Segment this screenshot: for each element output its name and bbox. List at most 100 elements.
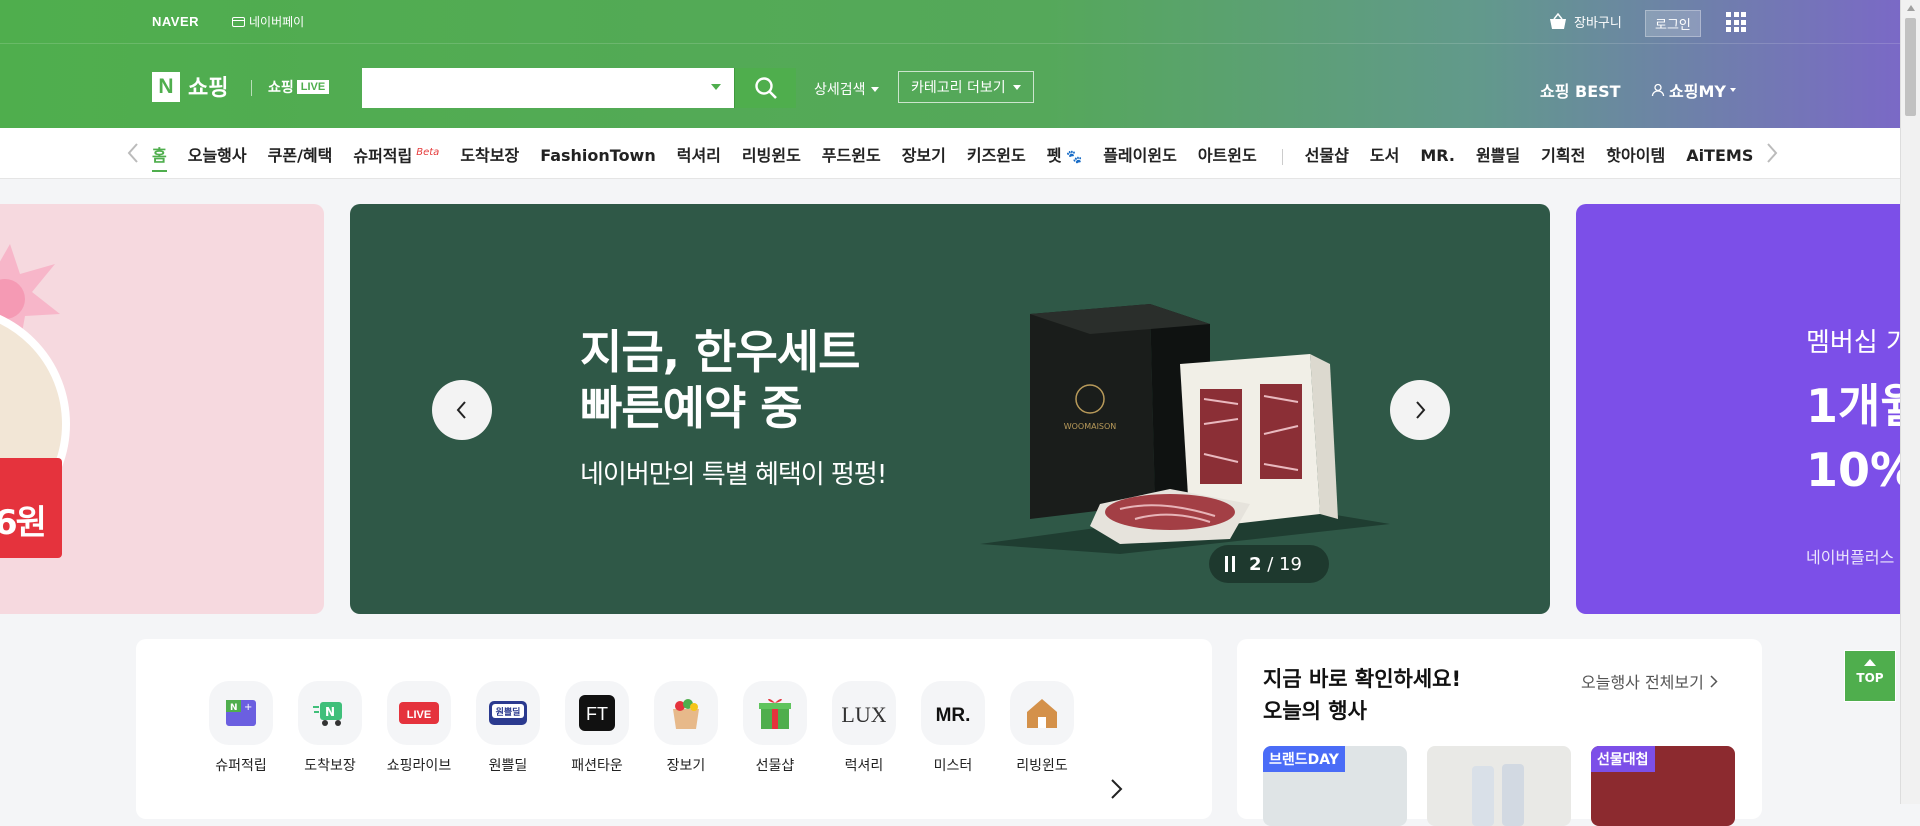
shortcut-item[interactable]: LIVE 쇼핑라이브: [374, 681, 464, 775]
nav-item[interactable]: 홈: [152, 131, 167, 178]
product-jars-image: [1472, 764, 1524, 826]
naver-n-logo[interactable]: N: [152, 72, 180, 102]
pause-icon[interactable]: [1225, 556, 1235, 572]
chevron-down-icon: [1729, 88, 1736, 92]
chevron-left-icon[interactable]: [126, 142, 140, 164]
nav-item[interactable]: AiTEMS: [1686, 131, 1753, 178]
svg-text:+: +: [244, 702, 252, 713]
pager-total: / 19: [1267, 553, 1302, 575]
top-utility-bar: NAVER 네이버페이 장바구니 로그인: [0, 0, 1900, 44]
delivery-truck-icon: N: [298, 681, 362, 745]
event-title: 지금 바로 확인하세요! 오늘의 행사: [1263, 663, 1461, 727]
shortcut-item[interactable]: N + 슈퍼적립: [196, 681, 286, 775]
today-event-panel: 지금 바로 확인하세요! 오늘의 행사 오늘행사 전체보기 브랜드DAY 선물대…: [1237, 639, 1762, 826]
shortcut-item[interactable]: 리빙윈도: [997, 681, 1087, 775]
nav-item[interactable]: 아트윈도: [1198, 131, 1257, 178]
shopping-live-link[interactable]: 쇼핑 LIVE: [268, 77, 330, 97]
naverpay-link[interactable]: 네이버페이: [232, 13, 304, 30]
advanced-search-button[interactable]: 상세검색: [814, 79, 879, 99]
nav-item[interactable]: 선물샵: [1305, 131, 1349, 178]
page-scrollbar[interactable]: [1900, 0, 1920, 804]
scrollbar-thumb[interactable]: [1905, 18, 1916, 116]
shopping-my-menu[interactable]: 쇼핑MY: [1651, 78, 1736, 102]
shortcut-label: 패션타운: [571, 758, 623, 774]
shortcut-item[interactable]: 장보기: [641, 681, 731, 775]
cart-link[interactable]: 장바구니: [1548, 12, 1622, 31]
shopping-best-link[interactable]: 쇼핑 BEST: [1540, 78, 1621, 102]
main-banner[interactable]: 지금, 한우세트 빠른예약 중 네이버만의 특별 혜택이 펑펑! WOOMAIS…: [350, 204, 1550, 614]
nav-item-label: 쿠폰/혜택: [267, 146, 333, 166]
banner-prev-button[interactable]: [432, 380, 492, 440]
shopping-logo[interactable]: 쇼핑: [188, 70, 228, 102]
nav-item[interactable]: 도서: [1370, 131, 1399, 178]
nav-item[interactable]: 원쁠딜: [1476, 131, 1520, 178]
nav-item[interactable]: 플레이윈도: [1103, 131, 1177, 178]
shopping-basket-icon: [1550, 12, 1566, 29]
nav-item[interactable]: 리빙윈도: [742, 131, 801, 178]
shortcut-item[interactable]: 선물샵: [730, 681, 820, 775]
chevron-down-icon: [1012, 84, 1021, 90]
svg-text:FT: FT: [586, 704, 608, 724]
right-banner-small-text: 멤버십 가: [1806, 328, 1906, 358]
arrow-up-icon: [1864, 659, 1876, 666]
nav-item[interactable]: FashionTown: [540, 131, 656, 178]
nav-item[interactable]: 푸드윈도: [822, 131, 881, 178]
shortcut-item[interactable]: 원쁠딜 원쁠딜: [463, 681, 553, 775]
header: NAVER 네이버페이 장바구니 로그인 N 쇼핑 쇼핑 LIVE 상세검색 카…: [0, 0, 1900, 128]
banner-slide-next[interactable]: 멤버십 가 1개월 10% 네이버플러스: [1576, 204, 1906, 614]
nav-item-label: 오늘행사: [187, 146, 247, 166]
shortcut-item[interactable]: FT 패션타운: [552, 681, 642, 775]
nav-item[interactable]: 쿠폰/혜택: [268, 131, 333, 178]
naver-home-link[interactable]: NAVER: [152, 14, 199, 29]
right-banner-big-text: 1개월 10%: [1806, 374, 1906, 502]
apps-grid-icon[interactable]: [1726, 12, 1746, 32]
shortcut-item[interactable]: MR. 미스터: [908, 681, 998, 775]
scroll-top-button[interactable]: TOP: [1844, 650, 1896, 702]
chevron-right-icon[interactable]: [1104, 777, 1128, 801]
live-badge: LIVE: [296, 80, 330, 94]
nav-item[interactable]: 오늘행사: [188, 131, 247, 178]
nav-item[interactable]: 펫 🐾: [1047, 131, 1082, 178]
event-view-all-link[interactable]: 오늘행사 전체보기: [1581, 669, 1718, 693]
gift-icon: [743, 681, 807, 745]
search-input[interactable]: [362, 68, 734, 108]
right-banner-big-line2: 10%: [1806, 443, 1906, 497]
shortcut-item[interactable]: LUX 럭셔리: [819, 681, 909, 775]
svg-text:MR.: MR.: [936, 705, 971, 726]
search-dropdown-icon[interactable]: [711, 84, 721, 90]
chevron-right-icon[interactable]: [1765, 142, 1779, 164]
nav-item[interactable]: 장보기: [902, 131, 946, 178]
nav-item[interactable]: 슈퍼적립 Beta: [353, 128, 439, 178]
nav-item[interactable]: MR.: [1420, 131, 1455, 178]
banner-title: 지금, 한우세트 빠른예약 중: [580, 324, 860, 436]
login-button[interactable]: 로그인: [1645, 10, 1701, 37]
category-more-label: 카테고리 더보기: [911, 80, 1006, 96]
banner-next-button[interactable]: [1390, 380, 1450, 440]
pager-count: 2 / 19: [1249, 554, 1302, 575]
chevron-down-icon: [870, 86, 879, 92]
search-icon: [754, 77, 777, 99]
nav-item[interactable]: 럭셔리: [677, 131, 721, 178]
shortcut-label: 쇼핑라이브: [386, 758, 452, 774]
search-button[interactable]: [734, 68, 796, 108]
event-card-1[interactable]: 브랜드DAY: [1263, 746, 1407, 826]
scroll-up-icon[interactable]: [1907, 5, 1915, 11]
svg-text:N: N: [325, 705, 335, 719]
event-card-3[interactable]: 선물대첩: [1591, 746, 1735, 826]
shortcut-label: 선물샵: [755, 758, 795, 774]
nav-item[interactable]: 핫아이템: [1606, 131, 1665, 178]
nav-item[interactable]: 키즈윈도: [967, 131, 1026, 178]
category-more-button[interactable]: 카테고리 더보기: [898, 71, 1034, 103]
event-card-2[interactable]: [1427, 746, 1571, 826]
banner-title-line1: 지금, 한우세트: [580, 325, 860, 379]
shortcut-item[interactable]: N 도착보장: [285, 681, 375, 775]
nav-divider: [1281, 148, 1283, 165]
banner-slide-prev[interactable]: 6원: [0, 204, 324, 614]
lux-icon: LUX: [832, 681, 896, 745]
nav-item[interactable]: 기획전: [1541, 131, 1585, 178]
svg-text:LIVE: LIVE: [407, 709, 431, 721]
nav-item-label: 펫: [1046, 146, 1062, 166]
nav-item[interactable]: 도착보장: [460, 131, 519, 178]
oneplus-deal-icon: 원쁠딜: [476, 681, 540, 745]
chevron-left-icon: [456, 401, 466, 419]
